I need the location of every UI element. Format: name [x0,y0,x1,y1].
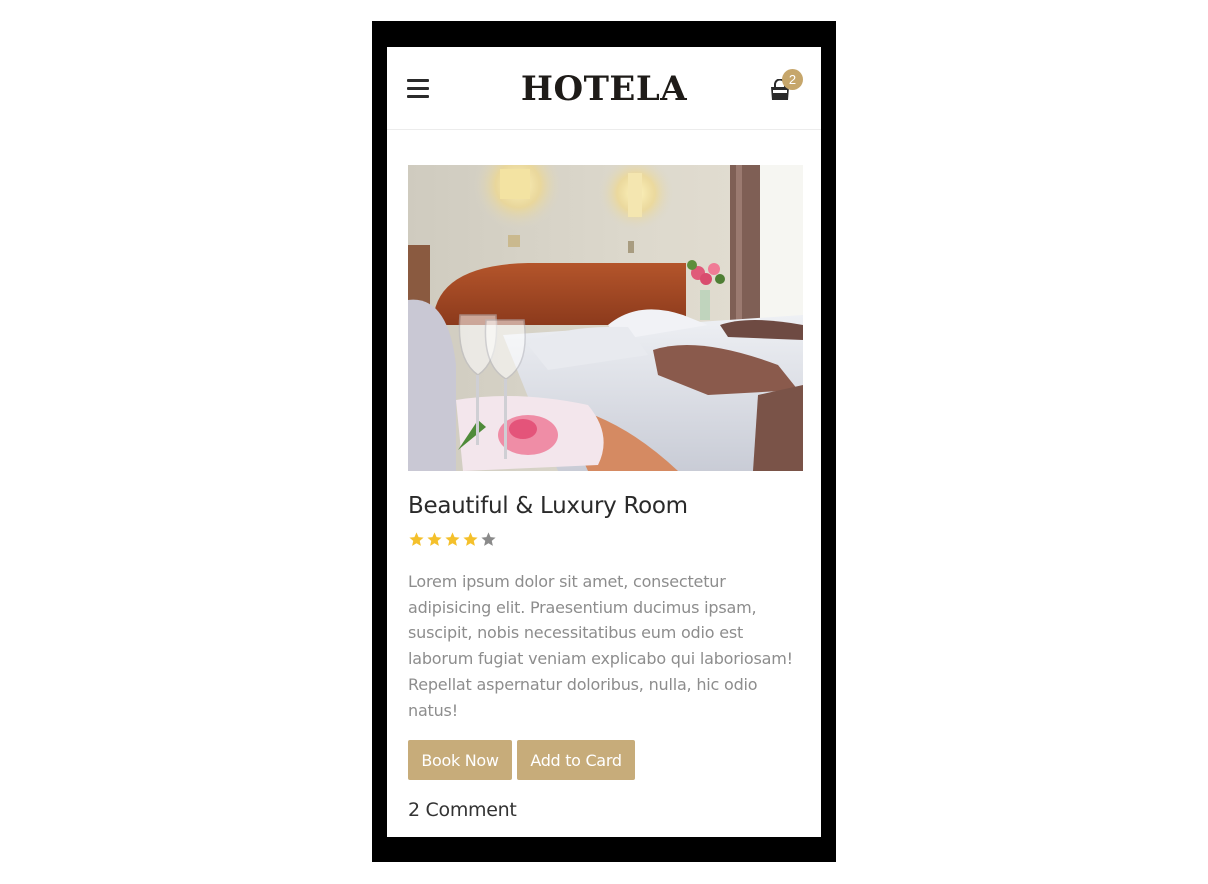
star-icon [427,532,442,546]
comment-count[interactable]: 2 Comment [408,799,517,821]
add-to-card-button[interactable]: Add to Card [517,740,635,780]
star-icon [463,532,478,546]
cart-count-badge: 2 [782,69,803,90]
star-rating [408,531,497,549]
star-icon [409,532,424,546]
room-description: Lorem ipsum dolor sit amet, consectetur … [408,572,793,720]
phone-frame: HOTELA 2 Beautiful & Luxury Room Lorem i… [372,21,836,862]
app-header: HOTELA 2 [387,47,821,130]
phone-screen: HOTELA 2 Beautiful & Luxury Room Lorem i… [387,47,821,837]
room-title: Beautiful & Luxury Room [408,493,688,519]
star-icon [481,532,496,546]
logo: HOTELA [520,69,688,109]
star-icon [445,532,460,546]
room-photo [408,165,803,471]
book-now-button[interactable]: Book Now [408,740,512,780]
